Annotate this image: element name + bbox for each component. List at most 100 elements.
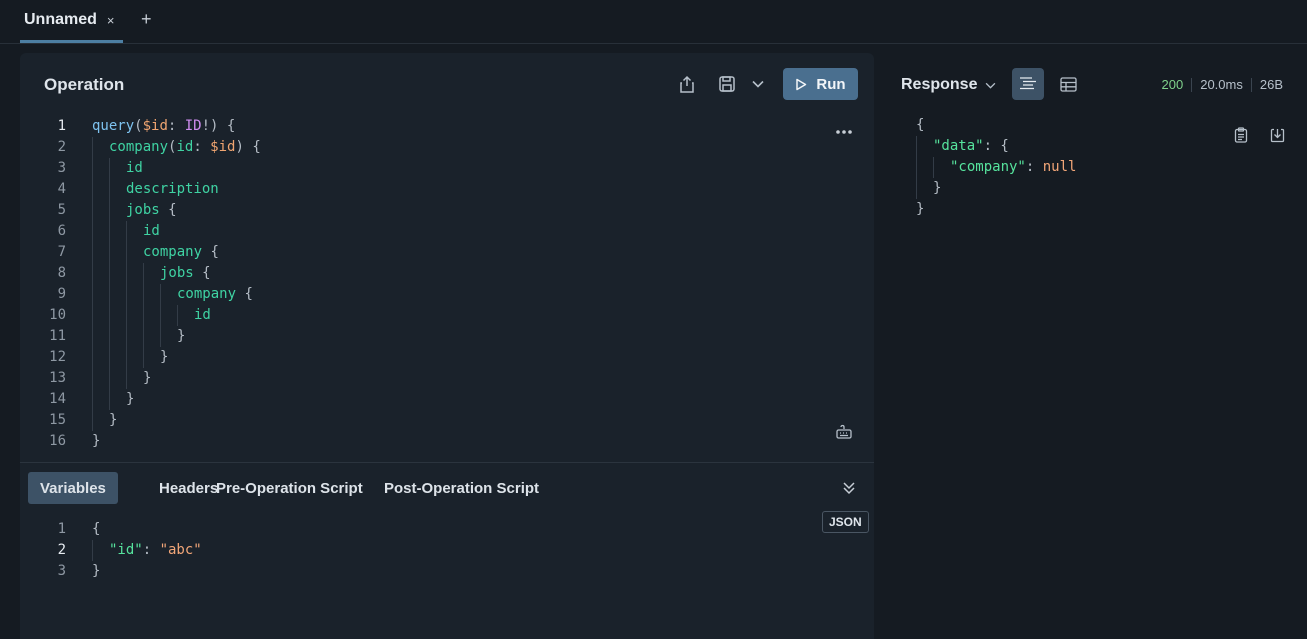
code-token: ) { <box>235 139 261 155</box>
indent-guide <box>126 347 127 368</box>
indent-guide <box>126 242 127 263</box>
indent-guide <box>92 158 93 179</box>
keyboard-icon[interactable] <box>831 419 857 445</box>
code-token: } <box>177 328 186 344</box>
code-line: 3} <box>20 561 720 582</box>
code-token: } <box>109 412 118 428</box>
indent-guide <box>92 305 93 326</box>
response-viewer: { "data": {"company": null}} <box>916 115 1296 220</box>
run-button[interactable]: Run <box>783 68 858 100</box>
indent-guide <box>143 263 144 284</box>
indent-guide <box>92 221 93 242</box>
share-icon[interactable] <box>674 71 700 97</box>
code-token: "company" <box>950 159 1026 175</box>
line-number: 7 <box>57 244 66 260</box>
line-number: 3 <box>57 563 66 579</box>
line-number: 5 <box>57 202 66 218</box>
code-token: id <box>176 139 194 155</box>
code-token: : <box>193 139 211 155</box>
indent-guide <box>109 200 110 221</box>
indent-guide <box>143 284 144 305</box>
code-text: id <box>194 305 211 326</box>
response-size: 26B <box>1259 77 1283 92</box>
code-token: } <box>916 201 925 217</box>
tab-unnamed[interactable]: Unnamed × <box>20 0 123 43</box>
tab-close-icon[interactable]: × <box>107 13 115 28</box>
indent-guide <box>92 263 93 284</box>
tab-pre-operation-script[interactable]: Pre-Operation Script <box>204 472 375 504</box>
code-line: { <box>916 115 1296 136</box>
code-text: id <box>126 158 143 179</box>
line-number: 12 <box>49 349 66 365</box>
code-line: 13} <box>20 368 800 389</box>
variables-editor[interactable]: 1{2 "id": "abc" 3} <box>20 519 720 582</box>
code-line: 4 description <box>20 179 800 200</box>
code-token: { <box>202 244 219 260</box>
tab-title: Unnamed <box>24 11 97 28</box>
code-token: } <box>160 349 169 365</box>
indent-guide <box>916 157 917 178</box>
save-icon[interactable] <box>714 71 740 97</box>
line-number: 2 <box>57 542 66 558</box>
code-line: "data": { <box>916 136 1296 157</box>
indent-guide <box>143 326 144 347</box>
operation-editor[interactable]: 1 query($id: ID!) {2 company(id: $id) {3 id… <box>20 116 800 452</box>
code-text: } <box>933 178 941 199</box>
code-token: { <box>236 286 253 302</box>
chevron-down-icon <box>986 82 996 89</box>
code-line: 15} <box>20 410 800 431</box>
response-dropdown[interactable]: Response <box>901 76 996 94</box>
indent-guide <box>92 179 93 200</box>
table-view-icon[interactable] <box>1052 68 1084 100</box>
indent-guide <box>126 263 127 284</box>
code-line: 10 id <box>20 305 800 326</box>
collapse-icon[interactable] <box>836 475 862 501</box>
code-token: $id <box>210 139 236 155</box>
code-text: "id": "abc" <box>109 540 202 561</box>
response-time: 20.0ms <box>1200 77 1243 92</box>
indent-guide <box>126 221 127 242</box>
indent-guide <box>126 368 127 389</box>
indent-guide <box>109 263 110 284</box>
line-number: 8 <box>57 265 66 281</box>
variables-section: Variables Headers Pre-Operation Script P… <box>20 462 874 639</box>
chevron-down-icon[interactable] <box>745 71 771 97</box>
code-line: 12} <box>20 347 800 368</box>
run-label: Run <box>816 75 846 93</box>
code-token: "data" <box>933 138 984 154</box>
code-text: "company": null <box>950 157 1076 178</box>
status-code: 200 <box>1161 77 1184 92</box>
indent-guide <box>109 158 110 179</box>
code-line: } <box>916 199 1296 220</box>
tree-view-icon[interactable] <box>1012 68 1044 100</box>
operation-panel: Operation Run 1 query($id: ID!) {2 comp… <box>20 53 874 639</box>
line-number: 6 <box>57 223 66 239</box>
code-token: !) { <box>201 118 236 134</box>
code-text: } <box>177 326 185 347</box>
indent-guide <box>160 284 161 305</box>
indent-guide <box>109 284 110 305</box>
tab-post-operation-script[interactable]: Post-Operation Script <box>372 472 551 504</box>
play-icon <box>796 78 807 90</box>
tab-variables[interactable]: Variables <box>28 472 118 504</box>
code-line: 14} <box>20 389 800 410</box>
indent-guide <box>92 242 93 263</box>
code-token: { <box>159 202 177 218</box>
code-line: } <box>916 178 1296 199</box>
code-token: { <box>916 117 925 133</box>
code-token: ( <box>134 118 143 134</box>
code-text: } <box>143 368 151 389</box>
line-number: 16 <box>49 433 66 449</box>
code-token: "abc" <box>159 542 202 558</box>
indent-guide <box>109 221 110 242</box>
code-text: { <box>916 115 924 136</box>
indent-guide <box>109 305 110 326</box>
add-tab-icon[interactable]: + <box>141 9 152 30</box>
line-number: 4 <box>57 181 66 197</box>
code-token: "id" <box>109 542 143 558</box>
response-header: Response 200 20.0ms 26B <box>874 53 1307 115</box>
code-token: } <box>933 180 942 196</box>
json-badge[interactable]: JSON <box>822 511 869 533</box>
more-icon[interactable] <box>831 119 857 145</box>
code-line: 7 company { <box>20 242 800 263</box>
